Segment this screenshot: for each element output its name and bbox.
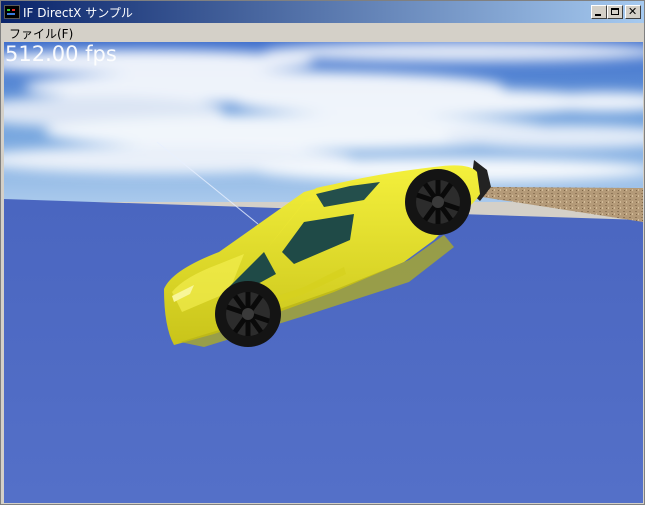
maximize-icon: [611, 8, 619, 15]
scene-render: [4, 42, 643, 503]
menu-bar: ファイル(F): [1, 23, 644, 41]
minimize-icon: [595, 14, 601, 16]
fps-counter: 512.00 fps: [5, 42, 117, 66]
maximize-button[interactable]: [607, 5, 623, 19]
render-viewport[interactable]: 512.00 fps: [4, 42, 643, 503]
title-bar[interactable]: IF DirectX サンプル ✕: [1, 1, 644, 23]
close-button[interactable]: ✕: [625, 5, 641, 19]
menu-file[interactable]: ファイル(F): [9, 25, 73, 42]
minimize-button[interactable]: [591, 5, 607, 19]
window-title: IF DirectX サンプル: [23, 6, 133, 20]
app-window: IF DirectX サンプル ✕ ファイル(F) 512.00 fps: [0, 0, 645, 505]
directx-app-icon[interactable]: [4, 5, 20, 19]
close-icon: ✕: [628, 5, 638, 18]
